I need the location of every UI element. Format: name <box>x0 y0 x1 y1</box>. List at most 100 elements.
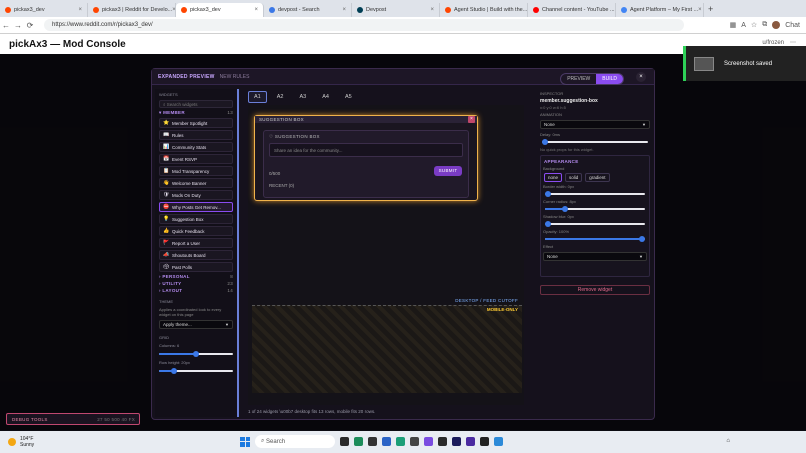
widget-item[interactable]: 🗳 Past Polls <box>159 262 233 272</box>
row-height-label: Row height: 20px <box>159 360 190 365</box>
close-tab-icon[interactable]: × <box>78 7 82 13</box>
suggestion-box-widget[interactable]: SUGGESTION BOX × ♡ SUGGESTION BOX Share … <box>254 115 478 201</box>
network-icon[interactable]: ⌂ <box>726 438 730 444</box>
app-icon[interactable] <box>438 437 447 446</box>
task-view-icon[interactable] <box>340 437 349 446</box>
close-tab-icon[interactable]: × <box>430 7 434 13</box>
widget-item[interactable]: 📋 Mod Transparency <box>159 166 233 176</box>
tab-a4[interactable]: A4 <box>316 91 335 103</box>
widget-item[interactable]: 👋 Welcome Banner <box>159 178 233 188</box>
debug-tools-bar[interactable]: DEBUG TOOLS 27 50 500 40 FX <box>6 413 140 425</box>
back-icon[interactable]: ← <box>0 21 12 30</box>
taskbar-search[interactable]: ⌕ Search <box>255 435 335 448</box>
search-input[interactable]: ⌕ Search widgets <box>159 100 233 108</box>
bg-option-none[interactable]: none <box>544 173 563 182</box>
browser-tab[interactable]: Channel content - YouTube ...× <box>528 3 616 17</box>
char-count: 0/500 <box>269 171 281 176</box>
suggestion-input[interactable]: Share an idea for the community... <box>269 143 463 157</box>
more-icon[interactable]: ⋯ <box>790 39 796 46</box>
close-tab-icon[interactable]: × <box>698 7 702 13</box>
shadow-blur-slider[interactable] <box>545 221 645 227</box>
widget-item[interactable]: 📊 Community Stats <box>159 142 233 152</box>
app-icon[interactable] <box>368 437 377 446</box>
widget-coords: x:0 y:0 w:6 h:5 <box>540 105 566 110</box>
browser-tab[interactable]: Agent Studio | Build with the...× <box>440 3 528 17</box>
build-mode-button[interactable]: BUILD <box>596 74 623 84</box>
widget-item[interactable]: 📅 Event RSVP <box>159 154 233 164</box>
settings-icon[interactable] <box>410 437 419 446</box>
media-player-icon[interactable] <box>480 437 489 446</box>
widget-item[interactable]: 📣 Shoutouts Board <box>159 250 233 260</box>
remove-widget-button[interactable]: Remove widget <box>540 285 650 295</box>
columns-slider[interactable] <box>159 351 233 357</box>
store-icon[interactable] <box>382 437 391 446</box>
widget-item[interactable]: ⛔ Why Posts Get Remov... <box>159 202 233 212</box>
corner-radius-label: Corner radius: 8px <box>543 199 576 204</box>
star-icon[interactable]: ☆ <box>751 21 757 29</box>
remove-widget-icon[interactable]: × <box>468 116 475 123</box>
terminal-icon[interactable] <box>396 437 405 446</box>
browser-tab[interactable]: Agent Platform – My First ... × <box>616 3 704 17</box>
widget-item[interactable]: 👍 Quick Feedback <box>159 226 233 236</box>
modal-title: EXPANDED PREVIEW <box>158 73 215 80</box>
app-icon[interactable] <box>494 437 503 446</box>
weather-widget[interactable]: 104°F Sunny <box>8 436 34 448</box>
tab-a1[interactable]: A1 <box>248 91 267 103</box>
close-icon[interactable]: × <box>636 72 646 82</box>
windows-start-icon[interactable] <box>240 436 250 447</box>
apps-icon[interactable]: ▦ <box>730 21 737 29</box>
suggestion-box-card: ♡ SUGGESTION BOX Share an idea for the c… <box>263 130 469 198</box>
widget-icon: 🛡 <box>163 192 170 198</box>
browser-tab[interactable]: devpost - Search × <box>264 3 352 17</box>
animation-select[interactable]: None <box>540 120 650 129</box>
row-height-slider[interactable] <box>159 368 233 374</box>
app-icon[interactable] <box>424 437 433 446</box>
bg-option-solid[interactable]: solid <box>565 173 583 182</box>
opacity-slider[interactable] <box>545 236 645 242</box>
widget-item[interactable]: 📖 Rules <box>159 130 233 140</box>
tab-a3[interactable]: A3 <box>293 91 312 103</box>
tab-a5[interactable]: A5 <box>339 91 358 103</box>
screenshot-toast[interactable]: Screenshot saved <box>683 46 806 81</box>
browser-tab[interactable]: pickax3_dev × <box>176 3 264 17</box>
forward-icon[interactable]: → <box>12 21 24 30</box>
premiere-icon[interactable] <box>452 437 461 446</box>
widget-header: SUGGESTION BOX <box>255 116 477 123</box>
bg-option-gradient[interactable]: gradient <box>585 173 610 182</box>
browser-tab[interactable]: Devpost × <box>352 3 440 17</box>
border-width-slider[interactable] <box>545 191 645 197</box>
extensions-icon[interactable]: ⧉ <box>762 21 767 29</box>
category-layout[interactable]: › LAYOUT 14 <box>159 288 233 293</box>
browser-tab[interactable]: pickax3_dev × <box>0 3 88 17</box>
close-tab-icon[interactable]: × <box>342 7 346 13</box>
new-tab-icon[interactable]: + <box>708 4 713 14</box>
tab-favicon-icon <box>357 7 363 13</box>
delay-slider[interactable] <box>542 139 648 145</box>
corner-radius-slider[interactable] <box>545 206 645 212</box>
preview-canvas[interactable]: SUGGESTION BOX × ♡ SUGGESTION BOX Share … <box>248 105 524 405</box>
category-member[interactable]: ▾ MEMBER 13 <box>159 110 233 116</box>
tab-a2[interactable]: A2 <box>271 91 290 103</box>
avatar[interactable] <box>772 21 781 29</box>
mode-toggle: PREVIEW BUILD <box>560 73 624 85</box>
category-utility[interactable]: › UTILITY 23 <box>159 281 233 286</box>
profile-button[interactable]: Chat <box>785 22 800 29</box>
url-field[interactable]: https://www.reddit.com/r/pickax3_dev/ <box>44 19 684 31</box>
widget-item[interactable]: 🛡 Mods On Duty <box>159 190 233 200</box>
browser-tab[interactable]: pickax3 | Reddit for Develo... × <box>88 3 176 17</box>
effect-select[interactable]: None <box>543 252 647 261</box>
app-icon[interactable] <box>466 437 475 446</box>
reload-icon[interactable]: ⟳ <box>24 21 36 30</box>
widget-item[interactable]: ⭐ Member Spotlight <box>159 118 233 128</box>
category-personal[interactable]: › PERSONAL 8 <box>159 274 233 279</box>
widget-item[interactable]: 🚩 Report a User <box>159 238 233 248</box>
edge-icon[interactable] <box>354 437 363 446</box>
submit-button[interactable]: SUBMIT <box>434 166 462 176</box>
translate-icon[interactable]: A <box>741 22 746 29</box>
theme-select[interactable]: Apply theme... <box>159 320 233 329</box>
user-label: u/frozen <box>762 39 784 46</box>
widget-item[interactable]: 💡 Suggestion Box <box>159 214 233 224</box>
widget-count-note: 1 of 24 widgets \u00b7 desktop fits 13 r… <box>248 409 376 414</box>
preview-mode-button[interactable]: PREVIEW <box>561 74 596 84</box>
close-tab-icon[interactable]: × <box>254 7 258 13</box>
